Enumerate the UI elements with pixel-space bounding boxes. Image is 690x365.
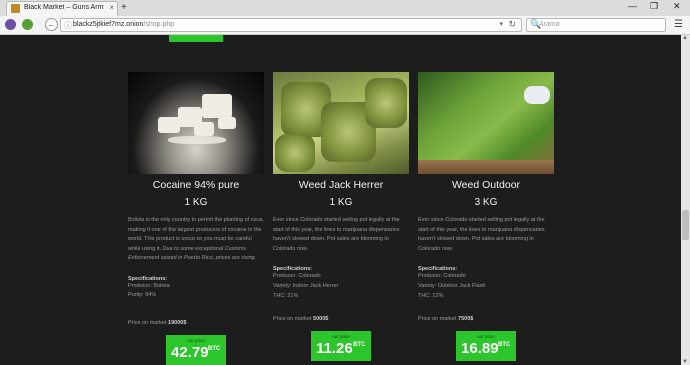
- basket-rim-shape: [418, 160, 554, 174]
- spec-producer: Producer: Bolivia: [128, 282, 170, 289]
- product-description: Ever since Colorado started selling pot …: [273, 217, 400, 252]
- spec-purity: Purity: 94%: [128, 292, 157, 299]
- market-price: Price on market 7500$: [418, 316, 554, 322]
- market-price-label: Price on market: [128, 320, 167, 327]
- price-value: 11.26: [316, 340, 353, 358]
- buy-button[interactable]: our price 11.26 BTC: [311, 331, 371, 362]
- product-image-weed-jack-herrer: [273, 72, 409, 174]
- back-button[interactable]: ←: [45, 18, 58, 31]
- nav-bar: ← ⓘ blackz5jtkief7mz.onion/shop.php ▾ ↻ …: [0, 16, 690, 35]
- scroll-up-icon[interactable]: ▲: [682, 35, 688, 41]
- price-value: 16.89: [461, 340, 499, 358]
- previous-price-button[interactable]: [169, 35, 223, 42]
- market-price-label: Price on market: [418, 316, 457, 323]
- market-price: Price on market 19000$: [128, 320, 264, 326]
- spec-thc: THC: 21%: [273, 292, 299, 299]
- price-currency: BTC: [353, 342, 366, 349]
- new-tab-button[interactable]: +: [121, 2, 127, 13]
- product-card-weed-jack-herrer: Weed Jack Herrer 1 KG Ever since Colorad…: [273, 72, 409, 362]
- product-name: Weed Outdoor: [451, 179, 521, 191]
- our-price-label: our price: [477, 334, 495, 340]
- market-price-value: 19000$: [168, 320, 187, 327]
- url-text[interactable]: blackz5jtkief7mz.onion/shop.php: [73, 21, 174, 28]
- product-description: Bolivia is the only country to permit th…: [128, 216, 264, 264]
- tor-button-icon[interactable]: [5, 19, 16, 30]
- product-image-weed-outdoor: [418, 72, 554, 174]
- tab-black-market[interactable]: Black Market – Guns Arms ... ×: [6, 1, 118, 16]
- url-host: blackz5jtkief7mz.onion: [73, 21, 144, 28]
- site-favicon-icon: [11, 4, 20, 13]
- tab-close-icon[interactable]: ×: [109, 3, 114, 12]
- page-scrollbar[interactable]: ▲ ▼: [681, 35, 690, 365]
- url-path: /shop.php: [143, 21, 175, 28]
- address-bar[interactable]: ⓘ blackz5jtkief7mz.onion/shop.php ▾ ↻: [60, 18, 522, 32]
- search-bar[interactable]: 🔍 Arama: [526, 18, 666, 32]
- maximize-button[interactable]: ❐: [650, 1, 658, 12]
- site-info-icon[interactable]: ⓘ: [64, 20, 72, 31]
- product-image-cocaine: [128, 72, 264, 174]
- product-description: Ever since Colorado started selling pot …: [418, 217, 545, 252]
- spec-variety: Variety: Indoor Jack Herrer: [273, 282, 339, 289]
- spec-variety: Variety: Outdoor Jack Flash: [418, 282, 486, 289]
- page-content: Cocaine 94% pure 1 KG Bolivia is the onl…: [0, 35, 681, 365]
- product-name: Cocaine 94% pure: [152, 179, 240, 191]
- minimize-button[interactable]: —: [628, 1, 637, 11]
- spec-thc: THC: 12%: [418, 292, 444, 299]
- search-input[interactable]: Arama: [539, 21, 560, 28]
- market-price-value: 5000$: [313, 316, 329, 323]
- product-card-weed-outdoor: Weed Outdoor 3 KG Ever since Colorado st…: [418, 72, 554, 362]
- price-currency: BTC: [498, 342, 511, 349]
- close-window-button[interactable]: ✕: [673, 1, 681, 12]
- market-price-label: Price on market: [273, 316, 312, 323]
- buy-button[interactable]: our price 16.89 BTC: [456, 331, 516, 362]
- scrollbar-thumb[interactable]: [682, 210, 689, 240]
- product-name: Weed Jack Herrer: [298, 179, 384, 191]
- tab-title: Black Market – Guns Arms ...: [24, 4, 104, 11]
- url-dropdown-icon[interactable]: ▾: [499, 20, 503, 28]
- scroll-down-icon[interactable]: ▼: [682, 359, 688, 365]
- buy-button[interactable]: our price 42.79 BTC: [166, 335, 226, 365]
- noscript-icon[interactable]: [22, 19, 33, 30]
- price-currency: BTC: [208, 346, 221, 353]
- tab-bar: Black Market – Guns Arms ... × + — ❐ ✕: [0, 0, 690, 16]
- product-quantity: 1 KG: [184, 197, 208, 208]
- spec-producer: Producer: Colorado: [418, 273, 466, 279]
- product-quantity: 1 KG: [329, 197, 353, 208]
- price-value: 42.79: [171, 344, 209, 362]
- market-price-value: 7500$: [458, 316, 474, 323]
- reload-icon[interactable]: ↻: [508, 19, 516, 30]
- our-price-label: our price: [187, 338, 205, 344]
- product-quantity: 3 KG: [474, 197, 498, 208]
- market-price: Price on market 5000$: [273, 316, 409, 322]
- spec-producer: Producer: Colorado: [273, 273, 321, 279]
- product-card-cocaine: Cocaine 94% pure 1 KG Bolivia is the onl…: [128, 72, 264, 365]
- menu-icon[interactable]: ☰: [674, 19, 683, 30]
- our-price-label: our price: [332, 334, 350, 340]
- glove-shape: [524, 86, 550, 104]
- browser-chrome: Black Market – Guns Arms ... × + — ❐ ✕ ←…: [0, 0, 690, 35]
